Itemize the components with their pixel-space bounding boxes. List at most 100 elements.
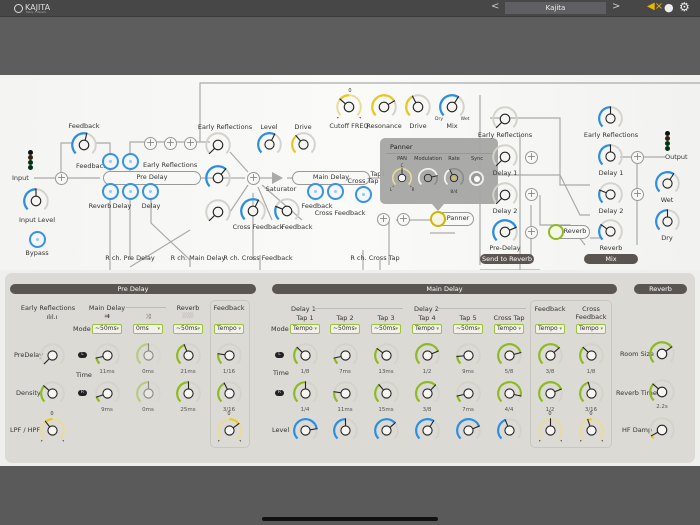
mode-select[interactable]: 0ms: [133, 324, 163, 334]
mode-select[interactable]: Tempo: [412, 324, 442, 334]
time-right-knob[interactable]: [373, 380, 400, 407]
delay-toggle-2[interactable]: [142, 183, 159, 200]
time-left-knob[interactable]: [135, 342, 162, 369]
sync-toggle[interactable]: [469, 171, 484, 186]
cutoff-knob[interactable]: [335, 93, 363, 121]
time-left-knob[interactable]: [537, 342, 564, 369]
wet-knob[interactable]: [654, 170, 681, 197]
time-right-knob[interactable]: [216, 380, 243, 407]
hf-damp-knob[interactable]: [648, 416, 676, 444]
send-delay1-knob[interactable]: [491, 143, 519, 171]
reverb-send-toggle[interactable]: [102, 183, 119, 200]
time-left-knob[interactable]: [216, 342, 243, 369]
time-left-knob[interactable]: [373, 342, 400, 369]
time-right-knob[interactable]: [537, 380, 564, 407]
early-reflections-toggle[interactable]: [122, 153, 139, 170]
next-preset-button[interactable]: >: [612, 1, 620, 12]
time-left-knob[interactable]: [496, 342, 523, 369]
level-knob[interactable]: [373, 417, 400, 444]
input-level-knob[interactable]: [22, 187, 50, 215]
drive-knob[interactable]: [290, 131, 317, 158]
feedback-toggle[interactable]: [102, 153, 119, 170]
cross-feedback-knob[interactable]: [239, 197, 267, 225]
modulation-knob[interactable]: [417, 167, 439, 189]
mode-select[interactable]: ~50ms: [173, 324, 203, 334]
mute-speaker-icon[interactable]: ◀×: [647, 1, 663, 12]
mode-select[interactable]: Tempo: [214, 324, 244, 334]
reverb-toggle[interactable]: [548, 224, 564, 240]
predelay-knob[interactable]: [39, 342, 66, 369]
main-delay-send-knob[interactable]: [204, 164, 232, 192]
feedback-filter-knob[interactable]: [216, 417, 243, 444]
room-size-knob[interactable]: [648, 340, 676, 368]
time-left-knob[interactable]: [94, 342, 121, 369]
time-right-knob[interactable]: [455, 380, 482, 407]
palette-icon[interactable]: ●: [664, 1, 674, 14]
send-delay2-knob[interactable]: [491, 181, 519, 209]
filter-drive-knob[interactable]: [404, 93, 432, 121]
time-left-knob[interactable]: [332, 342, 359, 369]
previous-preset-button[interactable]: <: [491, 1, 499, 12]
panner-label: Panner: [446, 214, 470, 222]
send-pre-delay-knob[interactable]: [491, 218, 519, 246]
lpf-hpf-knob[interactable]: [39, 417, 66, 444]
feedback-knob[interactable]: [70, 131, 98, 159]
preset-name-field[interactable]: Kajita: [505, 2, 606, 14]
filter-knob[interactable]: [537, 417, 564, 444]
time-left-knob[interactable]: [455, 342, 482, 369]
resonance-knob[interactable]: [370, 93, 398, 121]
home-indicator[interactable]: [262, 517, 438, 521]
main-cross-feedback-toggle-label: Cross Feedback: [314, 209, 366, 217]
early-reflections-knob[interactable]: [204, 131, 232, 159]
cross-delay-send-knob[interactable]: [204, 198, 232, 226]
time-right-knob[interactable]: [414, 380, 441, 407]
time-right-knob[interactable]: [578, 380, 605, 407]
filter-knob[interactable]: [578, 417, 605, 444]
time-left-knob[interactable]: [292, 342, 319, 369]
level-knob[interactable]: [256, 131, 283, 158]
mode-select[interactable]: Tempo: [494, 324, 524, 334]
time-right-knob[interactable]: [135, 380, 162, 407]
mode-select[interactable]: ~50ms: [453, 324, 483, 334]
pan-knob[interactable]: [391, 167, 413, 189]
main-feedback-toggle[interactable]: [307, 183, 324, 200]
mix-delay2-knob[interactable]: [597, 181, 624, 208]
bypass-button[interactable]: [29, 231, 46, 248]
mode-select[interactable]: Tempo: [535, 324, 565, 334]
time-right-knob[interactable]: [175, 380, 202, 407]
dry-knob[interactable]: [654, 208, 681, 235]
feedback-return-knob[interactable]: [273, 197, 301, 225]
mix-delay2-label: Delay 2: [598, 207, 624, 215]
mode-select[interactable]: Tempo: [576, 324, 606, 334]
level-knob[interactable]: [414, 417, 441, 444]
send-er-knob[interactable]: [491, 105, 519, 133]
level-knob[interactable]: [332, 417, 359, 444]
mix-er-knob[interactable]: [597, 105, 624, 132]
main-cross-feedback-toggle[interactable]: [327, 183, 344, 200]
time-right-knob[interactable]: [496, 380, 523, 407]
mode-select[interactable]: Tempo: [290, 324, 320, 334]
time-right-knob[interactable]: [292, 380, 319, 407]
density-knob[interactable]: [39, 380, 66, 407]
level-knob[interactable]: [496, 417, 523, 444]
time-left-knob[interactable]: [414, 342, 441, 369]
time-right-knob[interactable]: [94, 380, 121, 407]
mode-select[interactable]: ~50ms: [371, 324, 401, 334]
time-left-knob[interactable]: [578, 342, 605, 369]
delay-toggle-1[interactable]: [122, 183, 139, 200]
gear-icon[interactable]: ⚙: [679, 0, 690, 14]
time-left-value: 7ms: [339, 369, 351, 375]
mix-dry-label: Dry: [435, 117, 443, 122]
reverb-time-knob[interactable]: [648, 378, 676, 406]
level-knob[interactable]: [455, 417, 482, 444]
mix-reverb-knob[interactable]: [597, 218, 624, 245]
mode-select[interactable]: ~50ms: [330, 324, 360, 334]
level-knob[interactable]: [292, 417, 319, 444]
cross-tap-toggle[interactable]: [355, 186, 372, 203]
mode-select[interactable]: ~50ms: [92, 324, 122, 334]
rate-knob[interactable]: [443, 167, 465, 189]
time-left-knob[interactable]: [175, 342, 202, 369]
panner-toggle[interactable]: [430, 211, 446, 227]
time-right-knob[interactable]: [332, 380, 359, 407]
mix-delay1-knob[interactable]: [597, 143, 624, 170]
